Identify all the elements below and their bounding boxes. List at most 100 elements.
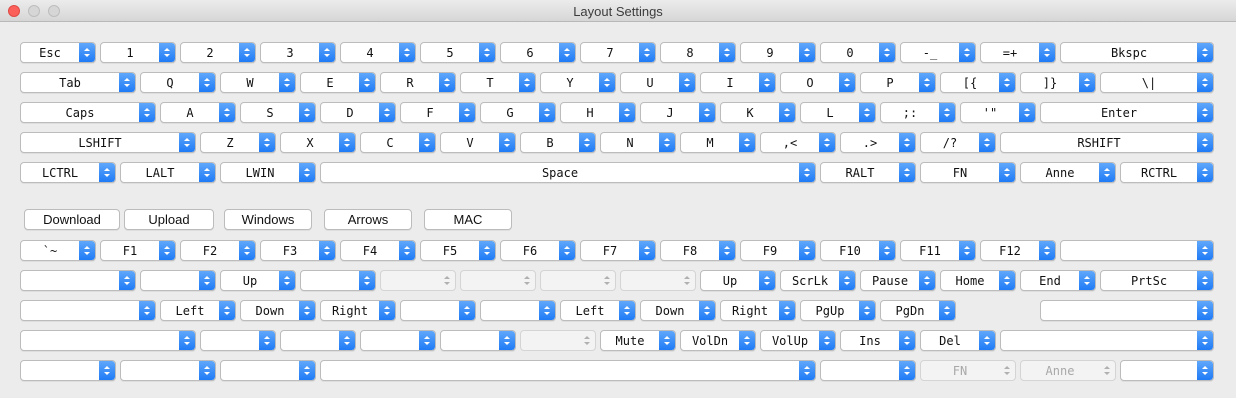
key-select-g[interactable]: G bbox=[480, 102, 556, 123]
key-select-5[interactable]: 5 bbox=[420, 42, 496, 63]
key-select-s[interactable]: S bbox=[240, 102, 316, 123]
fn-key-select-blank[interactable] bbox=[300, 270, 376, 291]
key-select-6[interactable]: 6 bbox=[500, 42, 576, 63]
fn-key-select-up[interactable]: Up bbox=[220, 270, 296, 291]
fn-key-select-pgup[interactable]: PgUp bbox=[800, 300, 876, 321]
fn-key-select-blank[interactable] bbox=[1060, 240, 1214, 261]
fn-key-select-f7[interactable]: F7 bbox=[580, 240, 656, 261]
fn-key-select-blank[interactable] bbox=[220, 360, 316, 381]
fn-key-select-down[interactable]: Down bbox=[240, 300, 316, 321]
key-select-h[interactable]: H bbox=[560, 102, 636, 123]
fn-key-select-f2[interactable]: F2 bbox=[180, 240, 256, 261]
fn-key-select-blank[interactable] bbox=[1000, 330, 1214, 351]
fn-key-select-f11[interactable]: F11 bbox=[900, 240, 976, 261]
fn-key-select-sym[interactable]: `~ bbox=[20, 240, 96, 261]
key-select-v[interactable]: V bbox=[440, 132, 516, 153]
key-select-esc[interactable]: Esc bbox=[20, 42, 96, 63]
key-select-0[interactable]: 0 bbox=[820, 42, 896, 63]
fn-key-select-blank[interactable] bbox=[1040, 300, 1214, 321]
key-select-z[interactable]: Z bbox=[200, 132, 276, 153]
key-select-b[interactable]: B bbox=[520, 132, 596, 153]
key-select-rshift[interactable]: RSHIFT bbox=[1000, 132, 1214, 153]
key-select-sym[interactable]: '" bbox=[960, 102, 1036, 123]
key-select-sym[interactable]: .> bbox=[840, 132, 916, 153]
fn-key-select-f9[interactable]: F9 bbox=[740, 240, 816, 261]
key-select-3[interactable]: 3 bbox=[260, 42, 336, 63]
fn-key-select-volup[interactable]: VolUp bbox=[760, 330, 836, 351]
fn-key-select-f3[interactable]: F3 bbox=[260, 240, 336, 261]
key-select-y[interactable]: Y bbox=[540, 72, 616, 93]
key-select-anne[interactable]: Anne bbox=[1020, 162, 1116, 183]
key-select-2[interactable]: 2 bbox=[180, 42, 256, 63]
fn-key-select-pgdn[interactable]: PgDn bbox=[880, 300, 956, 321]
key-select-w[interactable]: W bbox=[220, 72, 296, 93]
key-select-lalt[interactable]: LALT bbox=[120, 162, 216, 183]
key-select-1[interactable]: 1 bbox=[100, 42, 176, 63]
fn-key-select-home[interactable]: Home bbox=[940, 270, 1016, 291]
key-select-r[interactable]: R bbox=[380, 72, 456, 93]
fn-key-select-prtsc[interactable]: PrtSc bbox=[1100, 270, 1214, 291]
key-select-8[interactable]: 8 bbox=[660, 42, 736, 63]
key-select-sym[interactable]: /? bbox=[920, 132, 996, 153]
fn-key-select-voldn[interactable]: VolDn bbox=[680, 330, 756, 351]
key-select-u[interactable]: U bbox=[620, 72, 696, 93]
key-select-sym[interactable]: -_ bbox=[900, 42, 976, 63]
key-select-m[interactable]: M bbox=[680, 132, 756, 153]
fn-key-select-f8[interactable]: F8 bbox=[660, 240, 736, 261]
fn-key-select-blank[interactable] bbox=[1120, 360, 1214, 381]
key-select-9[interactable]: 9 bbox=[740, 42, 816, 63]
upload-button[interactable]: Upload bbox=[124, 209, 214, 230]
key-select-space[interactable]: Space bbox=[320, 162, 816, 183]
key-select-j[interactable]: J bbox=[640, 102, 716, 123]
fn-key-select-end[interactable]: End bbox=[1020, 270, 1096, 291]
fn-key-select-f4[interactable]: F4 bbox=[340, 240, 416, 261]
key-select-t[interactable]: T bbox=[460, 72, 536, 93]
fn-key-select-blank[interactable] bbox=[140, 270, 216, 291]
fn-key-select-left[interactable]: Left bbox=[560, 300, 636, 321]
download-button[interactable]: Download bbox=[24, 209, 120, 230]
fn-key-select-right[interactable]: Right bbox=[720, 300, 796, 321]
key-select-sym[interactable]: [{ bbox=[940, 72, 1016, 93]
key-select-f[interactable]: F bbox=[400, 102, 476, 123]
fn-key-select-f5[interactable]: F5 bbox=[420, 240, 496, 261]
key-select-o[interactable]: O bbox=[780, 72, 856, 93]
key-select-ralt[interactable]: RALT bbox=[820, 162, 916, 183]
key-select-a[interactable]: A bbox=[160, 102, 236, 123]
key-select-sym[interactable]: ]} bbox=[1020, 72, 1096, 93]
key-select-l[interactable]: L bbox=[800, 102, 876, 123]
fn-key-select-scrlk[interactable]: ScrLk bbox=[780, 270, 856, 291]
fn-key-select-right[interactable]: Right bbox=[320, 300, 396, 321]
key-select-tab[interactable]: Tab bbox=[20, 72, 136, 93]
key-select-sym[interactable]: ,< bbox=[760, 132, 836, 153]
fn-key-select-blank[interactable] bbox=[20, 360, 116, 381]
key-select-x[interactable]: X bbox=[280, 132, 356, 153]
fn-key-select-f10[interactable]: F10 bbox=[820, 240, 896, 261]
fn-key-select-down[interactable]: Down bbox=[640, 300, 716, 321]
key-select-sym[interactable]: =+ bbox=[980, 42, 1056, 63]
fn-key-select-pause[interactable]: Pause bbox=[860, 270, 936, 291]
fn-key-select-blank[interactable] bbox=[400, 300, 476, 321]
key-select-k[interactable]: K bbox=[720, 102, 796, 123]
key-select-caps[interactable]: Caps bbox=[20, 102, 156, 123]
fn-key-select-mute[interactable]: Mute bbox=[600, 330, 676, 351]
fn-key-select-blank[interactable] bbox=[20, 300, 156, 321]
fn-key-select-blank[interactable] bbox=[120, 360, 216, 381]
arrows-button[interactable]: Arrows bbox=[324, 209, 412, 230]
key-select-e[interactable]: E bbox=[300, 72, 376, 93]
fn-key-select-blank[interactable] bbox=[820, 360, 916, 381]
key-select-lctrl[interactable]: LCTRL bbox=[20, 162, 116, 183]
fn-key-select-left[interactable]: Left bbox=[160, 300, 236, 321]
key-select-7[interactable]: 7 bbox=[580, 42, 656, 63]
key-select-fn[interactable]: FN bbox=[920, 162, 1016, 183]
fn-key-select-blank[interactable] bbox=[20, 330, 196, 351]
fn-key-select-up[interactable]: Up bbox=[700, 270, 776, 291]
fn-key-select-blank[interactable] bbox=[480, 300, 556, 321]
key-select-n[interactable]: N bbox=[600, 132, 676, 153]
fn-key-select-blank[interactable] bbox=[440, 330, 516, 351]
key-select-p[interactable]: P bbox=[860, 72, 936, 93]
windows-button[interactable]: Windows bbox=[224, 209, 312, 230]
key-select-i[interactable]: I bbox=[700, 72, 776, 93]
fn-key-select-blank[interactable] bbox=[320, 360, 816, 381]
fn-key-select-blank[interactable] bbox=[20, 270, 136, 291]
key-select-enter[interactable]: Enter bbox=[1040, 102, 1214, 123]
